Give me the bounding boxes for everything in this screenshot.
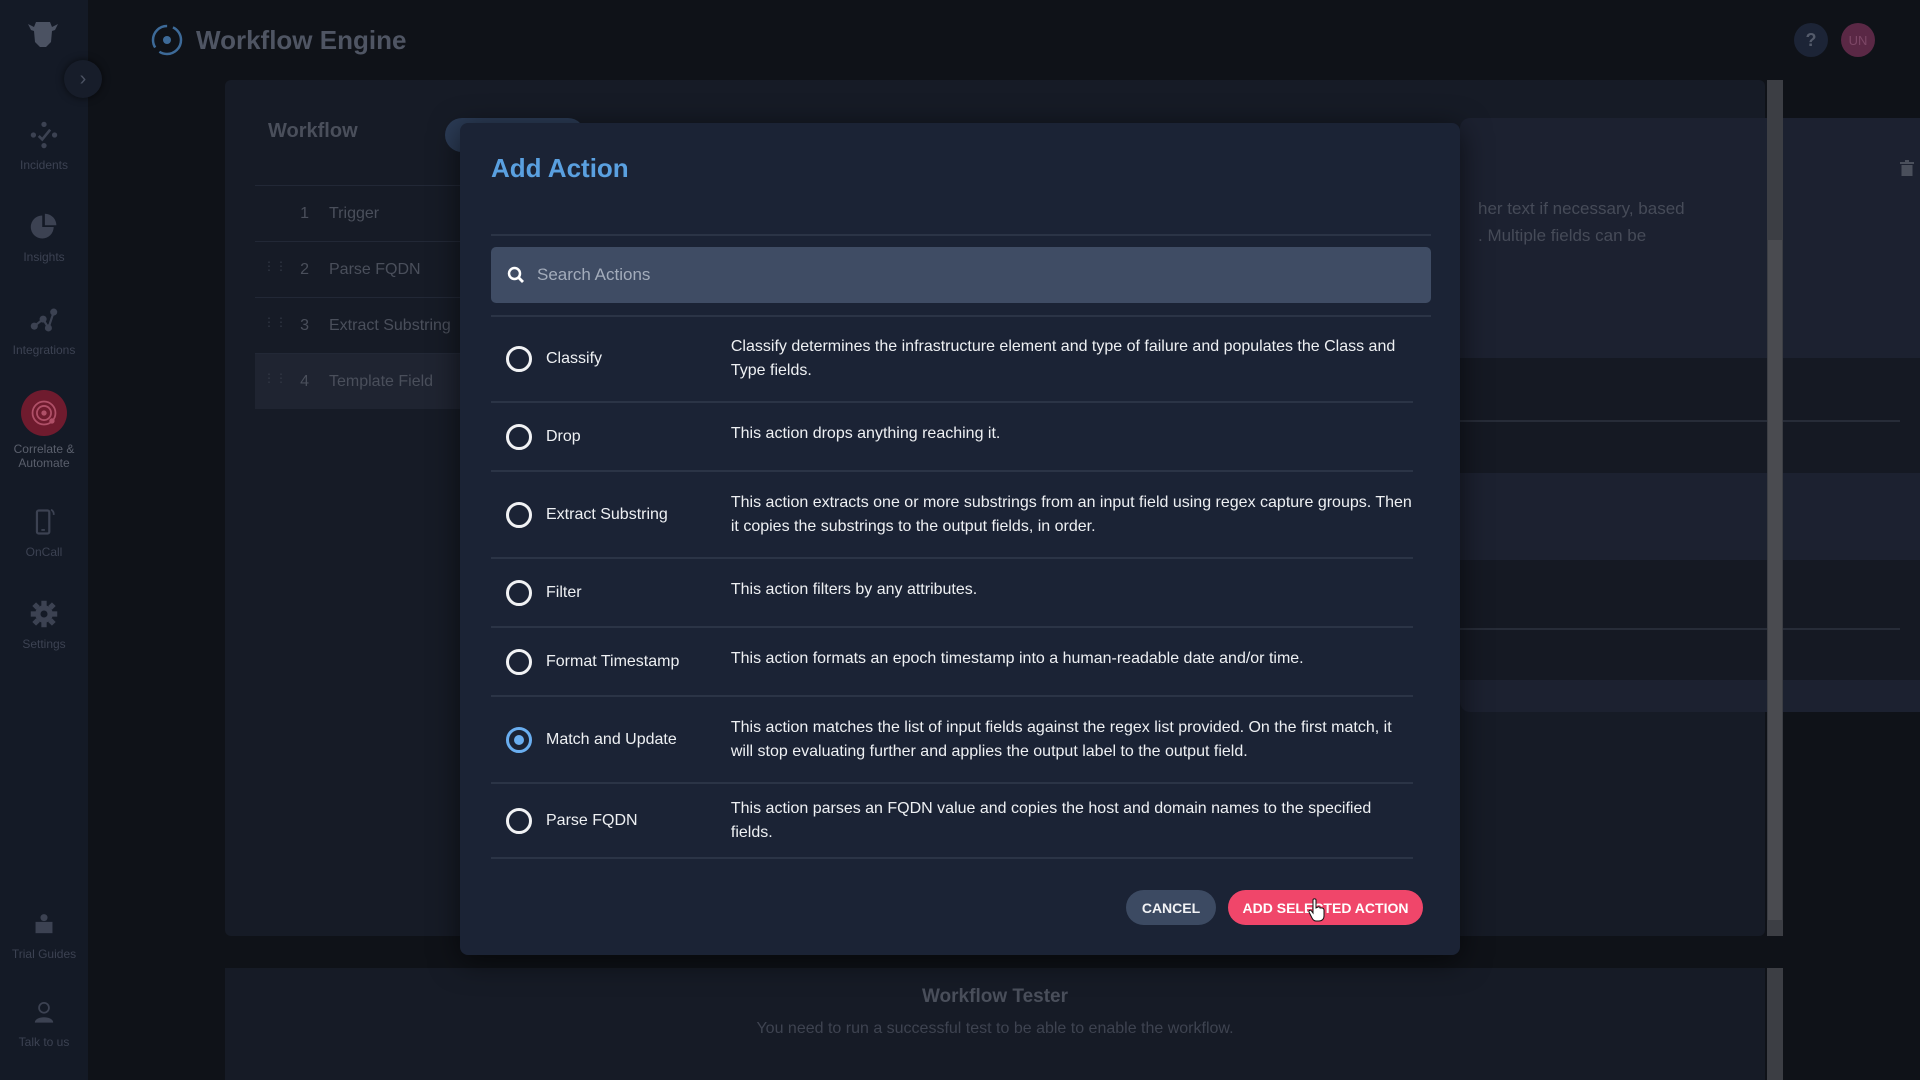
tester-message: You need to run a successful test to be …: [756, 1020, 1234, 1037]
sidebar-item-incidents[interactable]: Incidents: [0, 118, 88, 172]
step-number: 3: [300, 316, 309, 334]
sidebar-item-label: OnCall: [25, 545, 63, 559]
action-description: Classify determines the infrastructure e…: [730, 338, 1396, 379]
action-description: This action extracts one or more substri…: [730, 493, 1412, 535]
step-label: Extract Substring: [329, 316, 451, 334]
sidebar-item-insights[interactable]: Insights: [0, 210, 88, 264]
step-detail-card: her text if necessary, based . Multiple …: [1460, 118, 1920, 712]
radio-button[interactable]: [506, 346, 532, 372]
sidebar-item-label: Incidents: [19, 158, 69, 172]
action-name: Classify: [546, 350, 603, 367]
action-description: This action matches the list of input fi…: [730, 718, 1392, 760]
radio-button[interactable]: [506, 579, 532, 606]
sidebar-item-label: Correlate & Automate: [13, 442, 75, 470]
search-box: [491, 247, 1431, 303]
incidents-icon: [27, 118, 61, 152]
sidebar-item-correlate-automate[interactable]: Correlate & Automate: [0, 390, 88, 470]
search-actions-input[interactable]: [537, 265, 1417, 285]
book-icon: [27, 907, 61, 941]
logo-icon[interactable]: [26, 18, 60, 48]
trash-icon[interactable]: [1900, 160, 1914, 176]
page-title: Workflow Engine: [196, 24, 407, 55]
workflow-step[interactable]: ⋮⋮ 2 Parse FQDN: [255, 241, 485, 297]
action-option-parse-fqdn[interactable]: Parse FQDN This action parses an FQDN va…: [491, 784, 1413, 859]
step-label: Template Field: [329, 372, 434, 390]
tester-title: Workflow Tester: [921, 986, 1069, 1007]
action-option-format-timestamp[interactable]: Format Timestamp This action formats an …: [491, 628, 1413, 697]
search-icon: [507, 266, 524, 283]
field-group: [1460, 358, 1920, 473]
action-name: Format Timestamp: [546, 652, 680, 670]
action-name: Filter: [546, 583, 582, 601]
radio-button[interactable]: [506, 807, 532, 834]
action-option-extract-substring[interactable]: Extract Substring This action extracts o…: [491, 472, 1413, 559]
action-option-classify[interactable]: Classify Classify determines the infrast…: [491, 317, 1413, 403]
action-description: This action drops anything reaching it.: [730, 424, 1001, 442]
action-name: Match and Update: [546, 730, 677, 748]
integrations-icon: [27, 303, 61, 337]
sidebar-item-label: Trial Guides: [11, 947, 77, 961]
user-avatar[interactable]: UN: [1841, 23, 1875, 57]
step-number: 4: [300, 372, 309, 390]
help-icon: ?: [1805, 29, 1817, 50]
cancel-button[interactable]: CANCEL: [1126, 890, 1216, 925]
divider: [491, 234, 1431, 236]
action-description: This action formats an epoch timestamp i…: [730, 649, 1304, 667]
sidebar-item-trial-guides[interactable]: Trial Guides: [0, 907, 88, 961]
action-description: This action filters by any attributes.: [730, 580, 978, 598]
action-list: Classify Classify determines the infrast…: [491, 315, 1431, 859]
workflow-steps: 1 Trigger ⋮⋮ 2 Parse FQDN ⋮⋮ 3 Extract S…: [255, 185, 485, 409]
help-button[interactable]: ?: [1794, 23, 1828, 57]
drag-handle-icon[interactable]: ⋮⋮: [263, 316, 287, 334]
action-option-drop[interactable]: Drop This action drops anything reaching…: [491, 403, 1413, 472]
workflow-step[interactable]: 1 Trigger: [255, 185, 485, 241]
workflow-engine-icon: [151, 24, 183, 56]
radio-button[interactable]: [506, 648, 532, 675]
sidebar-item-label: Insights: [23, 250, 65, 264]
sidebar-item-talk-to-us[interactable]: Talk to us: [0, 995, 88, 1049]
sidebar-item-label: Settings: [22, 637, 66, 651]
sidebar-item-oncall[interactable]: OnCall: [0, 505, 88, 559]
sidebar-item-integrations[interactable]: Integrations: [0, 303, 88, 357]
pie-chart-icon: [27, 210, 61, 244]
drag-handle-icon[interactable]: ⋮⋮: [263, 372, 287, 390]
radio-button[interactable]: [506, 501, 532, 528]
workflow-title: Workflow: [268, 120, 358, 142]
action-option-match-and-update[interactable]: Match and Update This action matches the…: [491, 697, 1413, 784]
modal-title: Add Action: [491, 153, 629, 183]
field-group: [1460, 560, 1920, 680]
workflow-tester-panel: Workflow Tester You need to run a succes…: [225, 968, 1765, 1080]
action-option-filter[interactable]: Filter This action filters by any attrib…: [491, 559, 1413, 628]
expand-sidebar-button[interactable]: ›: [64, 60, 102, 98]
hand-cursor-icon: [1308, 898, 1325, 922]
action-name: Drop: [546, 427, 581, 445]
add-action-modal: Add Action Classify Classify determines …: [460, 123, 1460, 955]
tester-scrollbar[interactable]: [1767, 968, 1783, 1080]
chevron-right-icon: ›: [79, 67, 87, 90]
sidebar: › Incidents Insights Integrations Correl…: [0, 0, 102, 1080]
support-agent-icon: [27, 995, 61, 1029]
page-header: Workflow Engine: [150, 20, 406, 60]
sidebar-item-label: Integrations: [12, 343, 76, 357]
sidebar-item-settings[interactable]: Settings: [0, 597, 88, 651]
step-number: 1: [300, 204, 309, 222]
radio-button-selected[interactable]: [506, 726, 532, 753]
workflow-step[interactable]: ⋮⋮ 4 Template Field: [255, 353, 485, 409]
step-label: Trigger: [329, 204, 380, 222]
workflow-step[interactable]: ⋮⋮ 3 Extract Substring: [255, 297, 485, 353]
action-description: This action parses an FQDN value and cop…: [730, 799, 1372, 841]
step-description: her text if necessary, based . Multiple …: [1478, 199, 1685, 245]
action-name: Extract Substring: [546, 505, 668, 523]
radio-button[interactable]: [506, 423, 532, 450]
drag-handle-icon[interactable]: ⋮⋮: [263, 260, 287, 278]
gear-icon: [27, 597, 61, 631]
step-number: 2: [300, 260, 309, 278]
app-root: › Incidents Insights Integrations Correl…: [0, 0, 1920, 1080]
radar-icon: [21, 390, 67, 436]
main-scrollbar[interactable]: [1767, 80, 1783, 936]
phone-icon: [27, 505, 61, 539]
step-label: Parse FQDN: [329, 260, 421, 278]
sidebar-item-label: Talk to us: [18, 1035, 70, 1049]
action-name: Parse FQDN: [546, 811, 638, 829]
